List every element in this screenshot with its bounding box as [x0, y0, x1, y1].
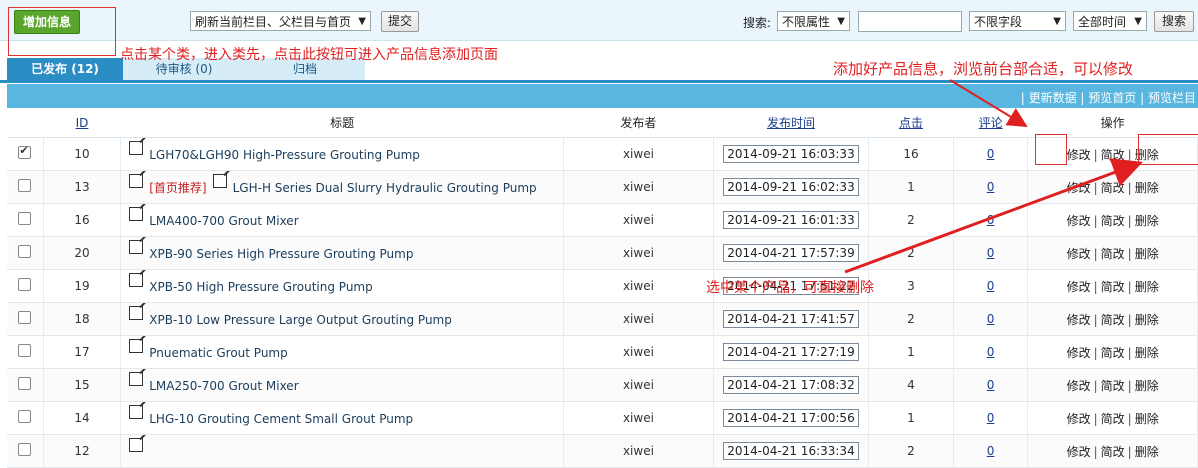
annotation-edit-hint: 添加好产品信息，浏览前台部合适，可以修改 — [833, 60, 1134, 78]
arrow-to-delete — [844, 158, 1143, 274]
arrow-to-edit — [949, 79, 1028, 128]
annotation-add-hint: 点击某个类，进入类先，点击此按钮可进入产品信息添加页面 — [120, 47, 498, 63]
annotation-delete-hint: 选中某个产品，可直接删除 — [706, 280, 874, 296]
